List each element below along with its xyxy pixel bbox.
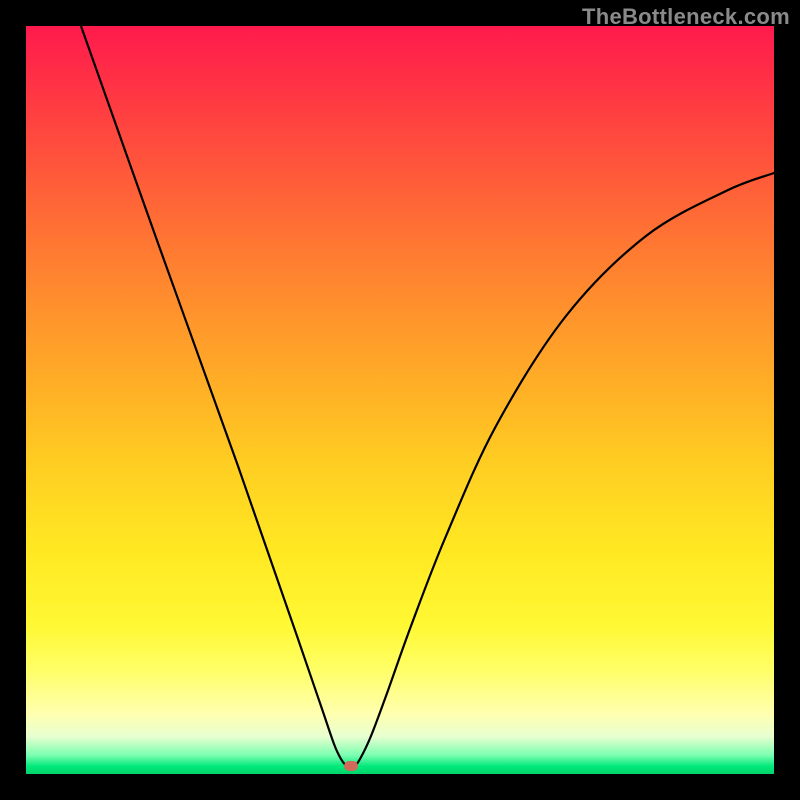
bottleneck-curve bbox=[26, 26, 774, 774]
optimal-point-marker bbox=[344, 761, 358, 771]
chart-frame bbox=[26, 26, 774, 774]
